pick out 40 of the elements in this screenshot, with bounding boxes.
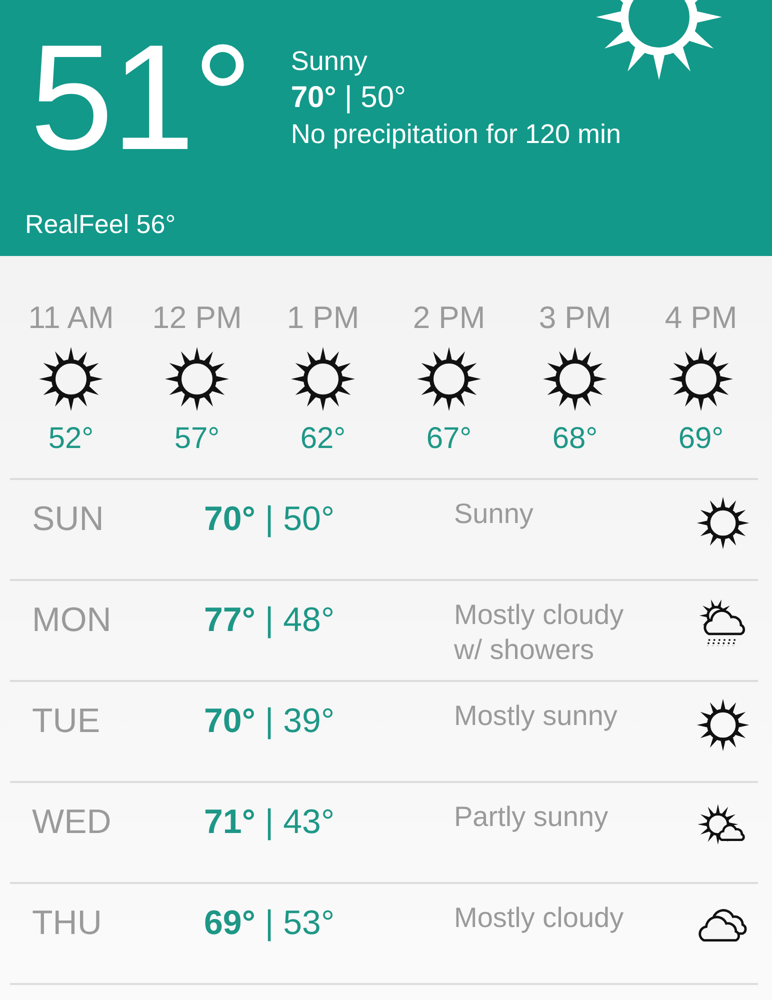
hour-label: 4 PM xyxy=(664,300,738,336)
high-low-temperature: 70° | 39° xyxy=(204,702,336,741)
hour-temperature: 62° xyxy=(300,422,346,456)
condition-text: Mostly cloudy w/ showers xyxy=(454,598,625,667)
hour-temperature: 67° xyxy=(426,422,472,456)
sun-icon xyxy=(696,496,750,550)
sun-icon xyxy=(668,346,734,412)
hour-temperature: 69° xyxy=(678,422,724,456)
condition-text: Sunny xyxy=(290,46,368,77)
sun-icon xyxy=(542,346,608,412)
day-label: THU xyxy=(32,904,103,943)
high-low-temperature: 77° | 48° xyxy=(204,601,336,640)
condition-text: Mostly sunny xyxy=(454,699,618,733)
sun-icon xyxy=(696,698,750,752)
condition-text: Mostly cloudy xyxy=(454,901,625,935)
sun-icon xyxy=(38,346,104,412)
sun-icon xyxy=(416,346,482,412)
condition-text: Sunny xyxy=(454,497,534,531)
sun-icon xyxy=(164,346,230,412)
day-label: SUN xyxy=(32,500,105,539)
precipitation-text: No precipitation for 120 min xyxy=(290,119,622,150)
high-low-temperature: 71° | 43° xyxy=(204,803,336,842)
day-label: MON xyxy=(32,601,112,640)
condition-text: Partly sunny xyxy=(454,800,610,834)
hour-temperature: 68° xyxy=(552,422,598,456)
current-temperature: 51° xyxy=(30,22,251,172)
high-low-temperature: 69° | 53° xyxy=(204,904,336,943)
hour-temperature: 52° xyxy=(48,422,94,456)
sun-icon xyxy=(290,346,356,412)
high-low-temperature: 70° | 50° xyxy=(204,500,336,539)
hour-temperature: 57° xyxy=(174,422,220,456)
hour-label: 2 PM xyxy=(412,300,486,336)
day-label: WED xyxy=(32,803,112,842)
realfeel-text: RealFeel 56° xyxy=(25,209,177,240)
hour-label: 11 AM xyxy=(28,300,114,336)
high-low-temperature: 70° | 50° xyxy=(290,81,408,115)
hour-label: 1 PM xyxy=(286,300,360,336)
hour-label: 12 PM xyxy=(152,300,242,336)
hour-label: 3 PM xyxy=(538,300,612,336)
day-label: TUE xyxy=(32,702,101,741)
